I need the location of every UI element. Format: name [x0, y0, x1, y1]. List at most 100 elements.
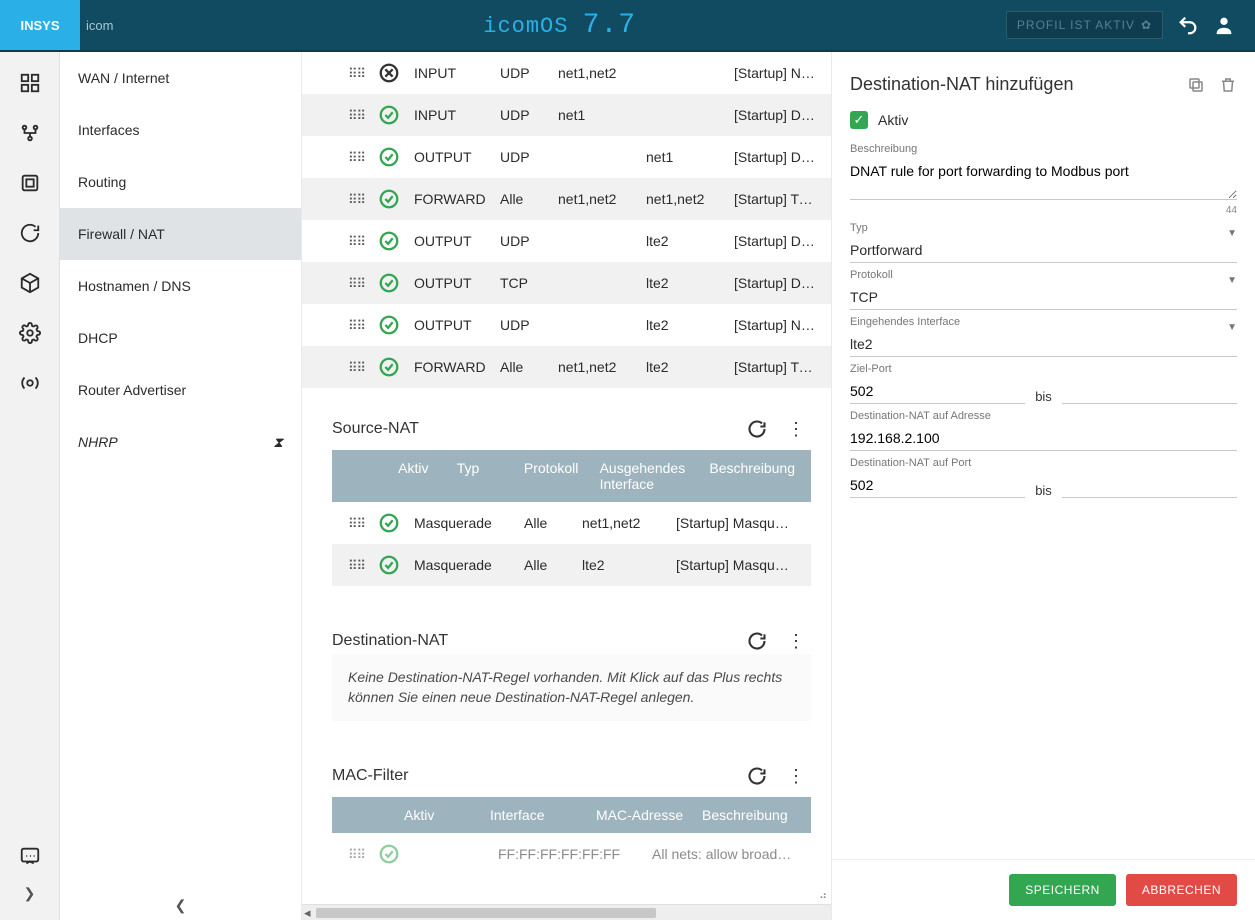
- refresh-icon[interactable]: [747, 631, 767, 652]
- hourglass-icon: ⧗: [273, 434, 283, 451]
- check-circle-icon: [378, 272, 400, 294]
- broadcast-icon[interactable]: [19, 372, 41, 394]
- active-label: Aktiv: [878, 112, 908, 128]
- snat-row[interactable]: MasqueradeAllelte2[Startup] Masquerading…: [332, 544, 811, 586]
- settings-icon[interactable]: [19, 322, 41, 344]
- x-circle-icon: [378, 62, 400, 84]
- edit-panel: Destination-NAT hinzufügen ✓ Aktiv Besch…: [831, 52, 1255, 920]
- drag-handle-icon[interactable]: [348, 852, 364, 857]
- check-circle-icon: [378, 230, 400, 252]
- check-circle-icon: [378, 843, 400, 865]
- typ-select[interactable]: Portforward: [850, 236, 1237, 263]
- chevron-down-icon: ▼: [1227, 322, 1237, 333]
- nav-hostnames[interactable]: Hostnamen / DNS: [60, 260, 301, 312]
- check-circle-icon: [378, 146, 400, 168]
- more-icon[interactable]: ⋮: [787, 766, 805, 787]
- active-checkbox[interactable]: ✓: [850, 111, 868, 129]
- drag-handle-icon[interactable]: [348, 113, 364, 118]
- dnat-port-label: Destination-NAT auf Port: [850, 457, 1025, 469]
- chevron-down-icon: ▼: [1227, 275, 1237, 286]
- filter-row[interactable]: OUTPUTTCPlte2[Startup] DNS queries sent …: [302, 262, 831, 304]
- zielport-label: Ziel-Port: [850, 363, 1025, 375]
- nav-interfaces[interactable]: Interfaces: [60, 104, 301, 156]
- dnat-port-from-input[interactable]: [850, 471, 1025, 498]
- in-iface-select[interactable]: lte2: [850, 330, 1237, 357]
- check-circle-icon: [378, 356, 400, 378]
- save-button[interactable]: SPEICHERN: [1009, 874, 1116, 906]
- resize-handle-icon[interactable]: ⠴: [819, 889, 827, 902]
- filter-row[interactable]: INPUTUDPnet1,net2[Startup] NTP queries f…: [302, 52, 831, 94]
- nav-wan[interactable]: WAN / Internet: [60, 52, 301, 104]
- desc-input[interactable]: [850, 157, 1237, 200]
- dashboard-icon[interactable]: [19, 72, 41, 94]
- trash-icon[interactable]: [1219, 76, 1237, 94]
- drag-handle-icon[interactable]: [348, 155, 364, 160]
- in-iface-label: Eingehendes Interface: [850, 316, 1237, 328]
- user-icon[interactable]: [1213, 14, 1235, 36]
- cancel-button[interactable]: ABBRECHEN: [1126, 874, 1237, 906]
- nav-nhrp[interactable]: NHRP⧗: [60, 416, 301, 468]
- filter-table: INPUTUDPnet1,net2[Startup] NTP queries f…: [302, 52, 831, 388]
- bis-label: bis: [1035, 483, 1052, 504]
- main-content: INPUTUDPnet1,net2[Startup] NTP queries f…: [302, 52, 831, 920]
- nav-routing[interactable]: Routing: [60, 156, 301, 208]
- interfaces-icon[interactable]: [19, 122, 41, 144]
- bis-label: bis: [1035, 389, 1052, 410]
- gear-icon: ✿: [1141, 18, 1152, 32]
- logo: INSYS: [0, 0, 80, 50]
- dnat-addr-input[interactable]: [850, 424, 1237, 451]
- logo-suffix: icom: [86, 18, 113, 33]
- profile-status-button[interactable]: PROFIL IST AKTIV ✿: [1006, 11, 1163, 39]
- collapse-nav-icon[interactable]: ❮: [175, 897, 187, 914]
- drag-handle-icon[interactable]: [348, 323, 364, 328]
- snat-row[interactable]: MasqueradeAllenet1,net2[Startup] Masquer…: [332, 502, 811, 544]
- snat-title: Source-NAT: [332, 416, 419, 442]
- desc-label: Beschreibung: [850, 143, 1237, 155]
- copy-icon[interactable]: [1187, 76, 1205, 94]
- zielport-to-input[interactable]: [1062, 377, 1237, 404]
- chevron-down-icon: ▼: [1227, 228, 1237, 239]
- dnat-addr-label: Destination-NAT auf Adresse: [850, 410, 1237, 422]
- check-circle-icon: [378, 188, 400, 210]
- dnat-port-to-input[interactable]: [1062, 471, 1237, 498]
- nav-firewall[interactable]: Firewall / NAT: [60, 208, 301, 260]
- check-circle-icon: [378, 104, 400, 126]
- routing-icon[interactable]: [19, 172, 41, 194]
- refresh-icon[interactable]: [747, 766, 767, 787]
- icon-rail: ❯: [0, 52, 60, 920]
- filter-row[interactable]: OUTPUTUDPlte2[Startup] NTP queries sent …: [302, 304, 831, 346]
- filter-row[interactable]: FORWARDAllenet1,net2net1,net2[Startup] T…: [302, 178, 831, 220]
- check-circle-icon: [378, 512, 400, 534]
- filter-row[interactable]: INPUTUDPnet1[Startup] DHCP queries from …: [302, 94, 831, 136]
- product-title: icomOS 7.7: [113, 10, 1005, 41]
- desc-count: 44: [850, 205, 1237, 216]
- filter-row[interactable]: OUTPUTUDPlte2[Startup] DNS queries sent …: [302, 220, 831, 262]
- filter-row[interactable]: FORWARDAllenet1,net2lte2[Startup] Traffi…: [302, 346, 831, 388]
- zielport-from-input[interactable]: [850, 377, 1025, 404]
- box-icon[interactable]: [19, 272, 41, 294]
- expand-rail-icon[interactable]: ❯: [24, 885, 36, 902]
- check-circle-icon: [378, 554, 400, 576]
- drag-handle-icon[interactable]: [348, 365, 364, 370]
- drag-handle-icon[interactable]: [348, 71, 364, 76]
- more-icon[interactable]: ⋮: [787, 419, 805, 440]
- drag-handle-icon[interactable]: [348, 281, 364, 286]
- check-circle-icon: [378, 314, 400, 336]
- drag-handle-icon[interactable]: [348, 239, 364, 244]
- filter-row[interactable]: OUTPUTUDPnet1[Startup] DHCP responses to…: [302, 136, 831, 178]
- drag-handle-icon[interactable]: [348, 197, 364, 202]
- mac-row[interactable]: FF:FF:FF:FF:FF:FFAll nets: allow broadca…: [332, 833, 811, 875]
- feedback-icon[interactable]: [19, 845, 41, 867]
- proto-select[interactable]: TCP: [850, 283, 1237, 310]
- proto-label: Protokoll: [850, 269, 1237, 281]
- firewall-icon[interactable]: [19, 222, 41, 244]
- app-header: INSYS icom icomOS 7.7 PROFIL IST AKTIV ✿: [0, 0, 1255, 50]
- drag-handle-icon[interactable]: [348, 521, 364, 526]
- drag-handle-icon[interactable]: [348, 563, 364, 568]
- nav-dhcp[interactable]: DHCP: [60, 312, 301, 364]
- nav-router-adv[interactable]: Router Advertiser: [60, 364, 301, 416]
- refresh-icon[interactable]: [747, 419, 767, 440]
- undo-icon[interactable]: [1177, 14, 1199, 36]
- horizontal-scrollbar[interactable]: ◂: [302, 904, 831, 920]
- more-icon[interactable]: ⋮: [787, 631, 805, 652]
